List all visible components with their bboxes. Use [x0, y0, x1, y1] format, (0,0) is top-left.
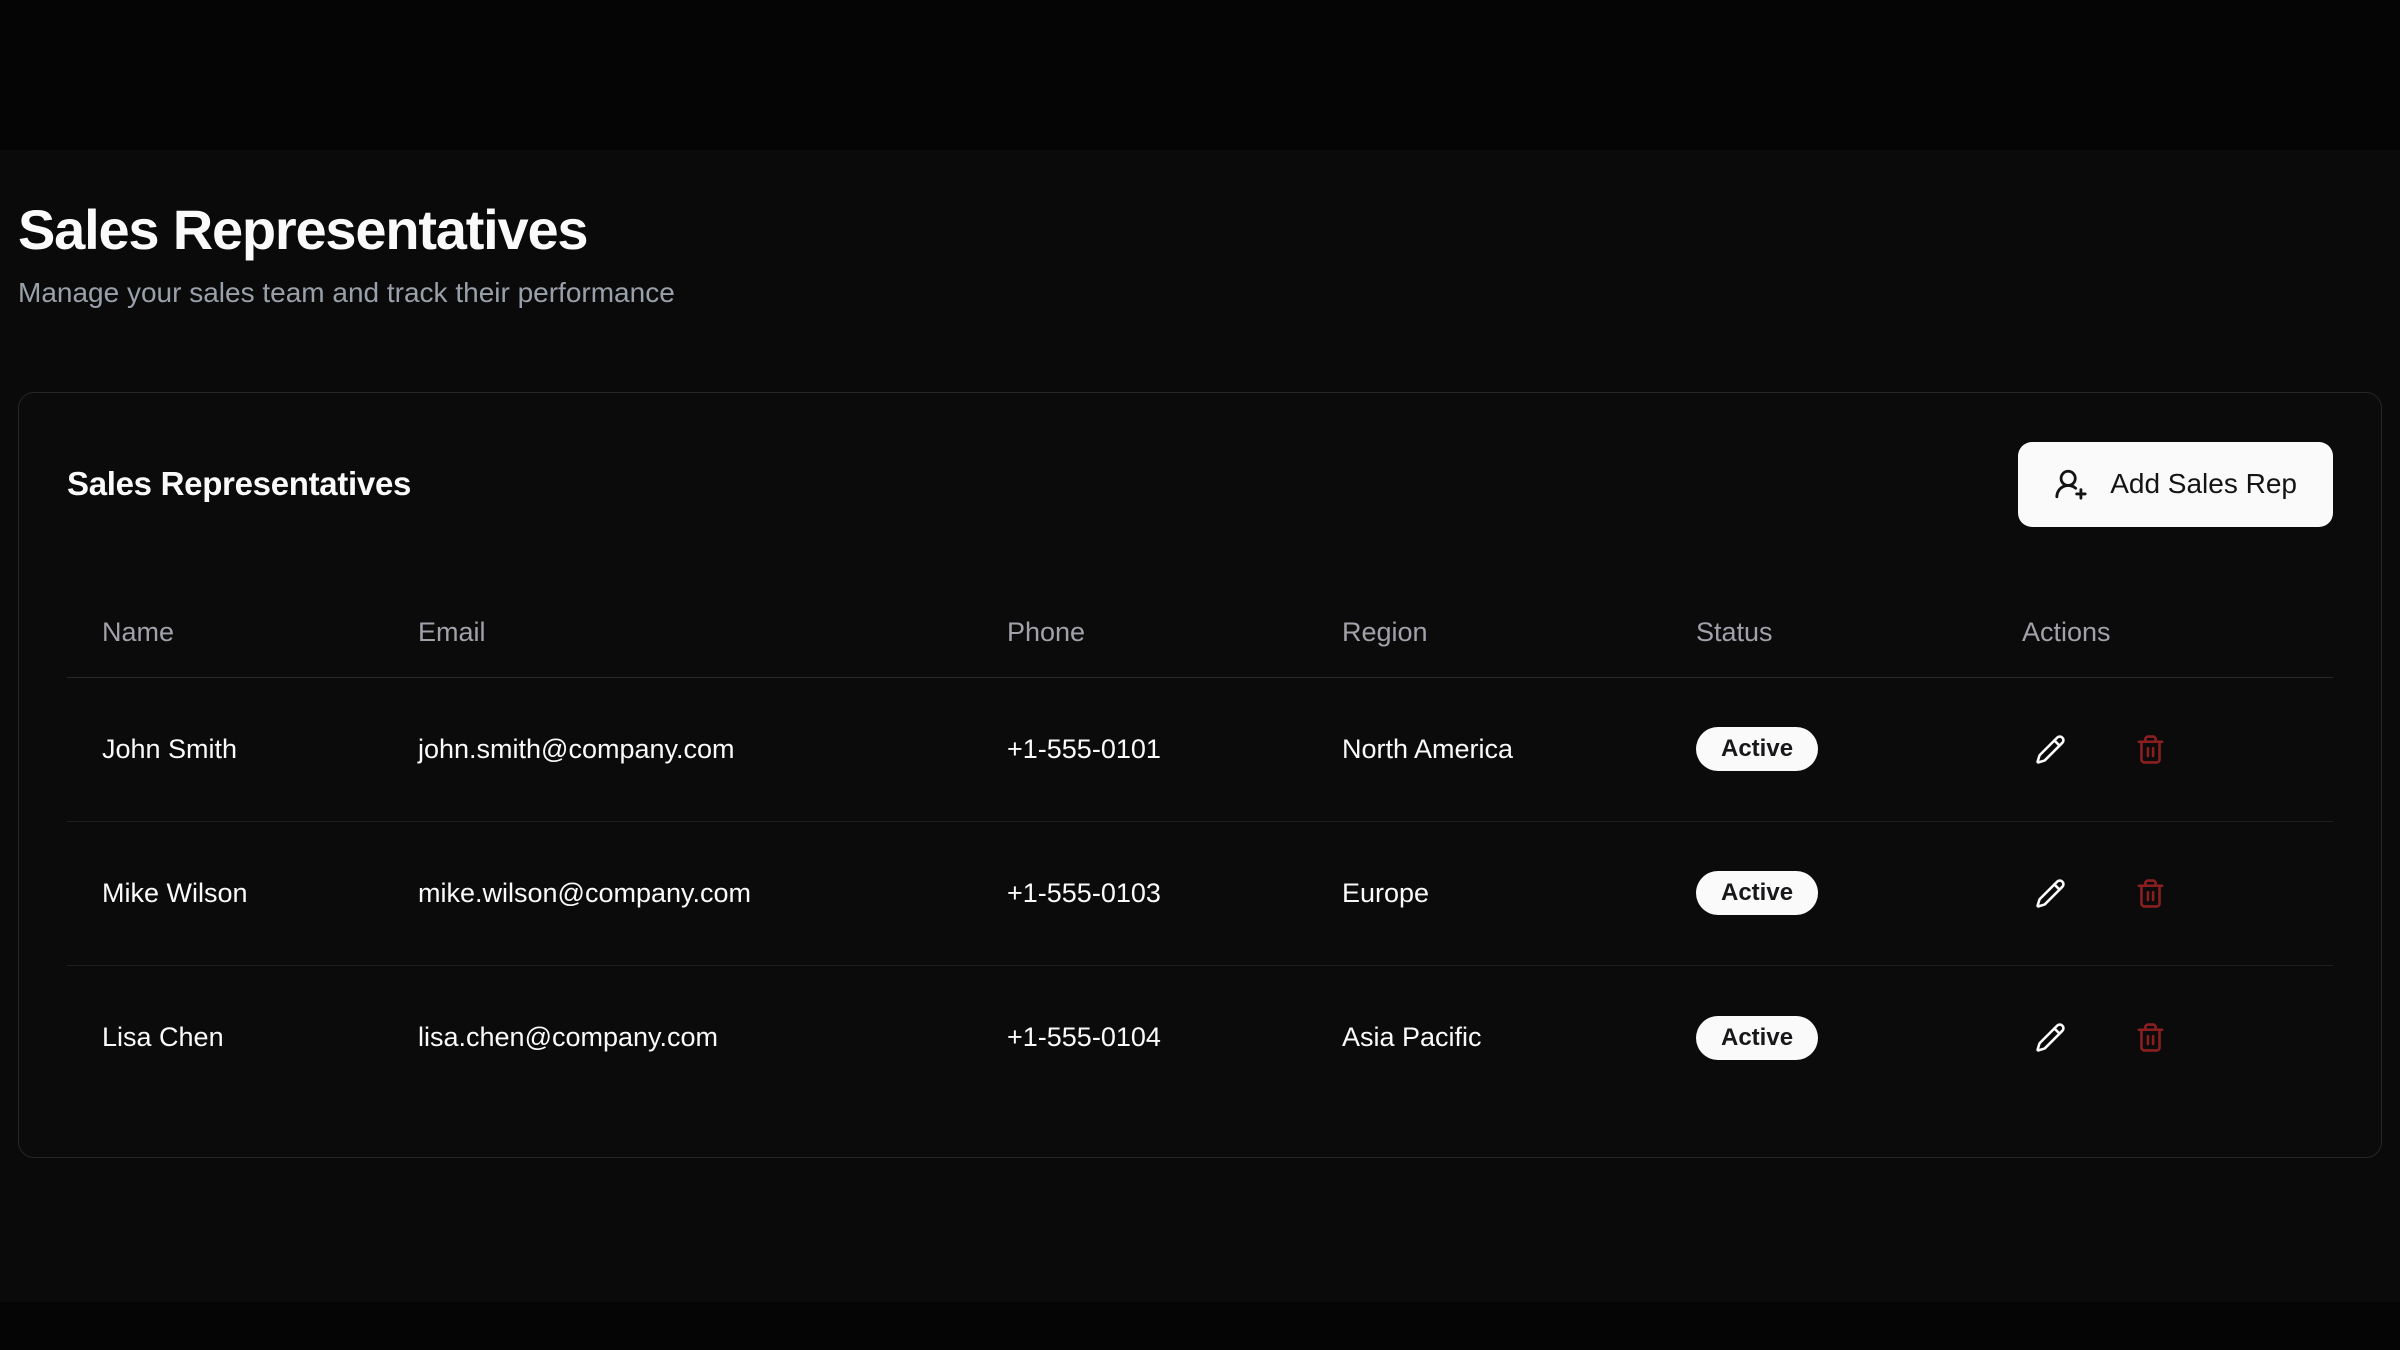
status-badge: Active [1696, 871, 1818, 915]
cell-name: John Smith [67, 677, 383, 821]
trash-icon [2135, 734, 2166, 765]
add-sales-rep-label: Add Sales Rep [2110, 468, 2297, 500]
table-row: Lisa Chen lisa.chen@company.com +1-555-0… [67, 965, 2333, 1109]
cell-phone: +1-555-0101 [972, 677, 1307, 821]
cell-actions [1987, 821, 2333, 965]
column-header-name: Name [67, 587, 383, 677]
cell-region: North America [1307, 677, 1661, 821]
page-title: Sales Representatives [18, 196, 2382, 263]
delete-button[interactable] [2122, 721, 2178, 777]
page-content: Sales Representatives Manage your sales … [0, 0, 2400, 1158]
cell-phone: +1-555-0103 [972, 821, 1307, 965]
status-badge: Active [1696, 1016, 1818, 1060]
cell-status: Active [1661, 821, 1987, 965]
trash-icon [2135, 878, 2166, 909]
column-header-region: Region [1307, 587, 1661, 677]
sales-reps-card: Sales Representatives Add Sales Rep Name… [18, 392, 2382, 1158]
card-title: Sales Representatives [67, 465, 411, 503]
table-header: Name Email Phone Region Status Actions [67, 587, 2333, 677]
edit-button[interactable] [2022, 1010, 2078, 1066]
status-badge: Active [1696, 727, 1818, 771]
column-header-email: Email [383, 587, 972, 677]
user-plus-icon [2054, 467, 2088, 501]
cell-actions [1987, 965, 2333, 1109]
cell-email: mike.wilson@company.com [383, 821, 972, 965]
add-sales-rep-button[interactable]: Add Sales Rep [2018, 442, 2333, 527]
delete-button[interactable] [2122, 1010, 2178, 1066]
trash-icon [2135, 1022, 2166, 1053]
column-header-status: Status [1661, 587, 1987, 677]
cell-region: Europe [1307, 821, 1661, 965]
cell-name: Mike Wilson [67, 821, 383, 965]
table-row: John Smith john.smith@company.com +1-555… [67, 677, 2333, 821]
page-subtitle: Manage your sales team and track their p… [18, 273, 2382, 312]
pencil-icon [2035, 878, 2066, 909]
delete-button[interactable] [2122, 865, 2178, 921]
column-header-phone: Phone [972, 587, 1307, 677]
pencil-icon [2035, 1022, 2066, 1053]
pencil-icon [2035, 734, 2066, 765]
cell-region: Asia Pacific [1307, 965, 1661, 1109]
edit-button[interactable] [2022, 865, 2078, 921]
edit-button[interactable] [2022, 721, 2078, 777]
cell-phone: +1-555-0104 [972, 965, 1307, 1109]
column-header-actions: Actions [1987, 587, 2333, 677]
table-header-row: Name Email Phone Region Status Actions [67, 587, 2333, 677]
cell-status: Active [1661, 677, 1987, 821]
cell-status: Active [1661, 965, 1987, 1109]
sales-reps-table: Name Email Phone Region Status Actions J… [67, 587, 2333, 1109]
cell-email: lisa.chen@company.com [383, 965, 972, 1109]
cell-actions [1987, 677, 2333, 821]
table-row: Mike Wilson mike.wilson@company.com +1-5… [67, 821, 2333, 965]
cell-name: Lisa Chen [67, 965, 383, 1109]
card-header: Sales Representatives Add Sales Rep [67, 441, 2333, 527]
cell-email: john.smith@company.com [383, 677, 972, 821]
